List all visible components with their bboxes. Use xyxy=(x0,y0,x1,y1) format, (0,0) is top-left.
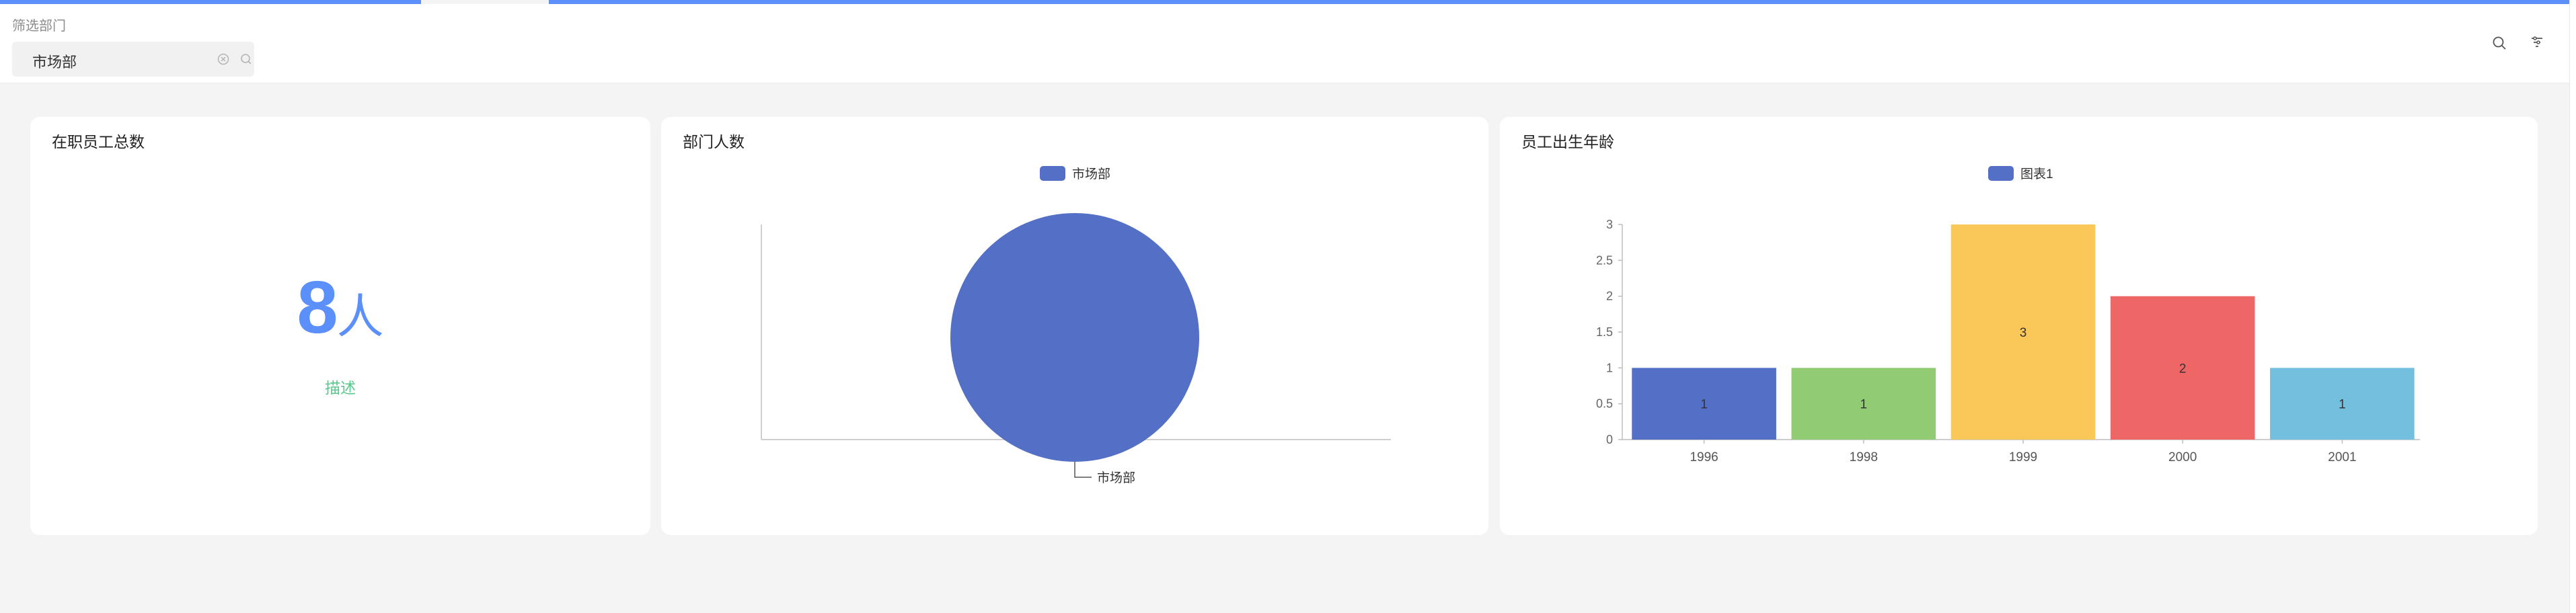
y-tick-label: 2.5 xyxy=(1596,253,1613,267)
count-unit: 人 xyxy=(336,290,384,343)
x-tick-label: 1996 xyxy=(1690,450,1718,464)
pie-slice xyxy=(950,213,1199,462)
department-select-value: 市场部 xyxy=(32,54,77,71)
x-tick-label: 1998 xyxy=(1850,450,1878,464)
bar-value-label: 1 xyxy=(1700,398,1708,412)
y-tick-label: 0 xyxy=(1606,433,1613,446)
filter-label: 筛选部门 xyxy=(12,19,66,34)
department-select[interactable]: 市场部 xyxy=(12,42,254,77)
x-tick-label: 1999 xyxy=(2009,450,2037,464)
card-title: 在职员工总数 xyxy=(52,133,145,151)
birth-year-card: 员工出生年龄 图表1 0 0.5 1 1.5 2 2.5 3 1 1996 1 1998 3 1999 2… xyxy=(1500,117,2538,535)
bar-value-label: 3 xyxy=(2020,326,2027,340)
y-tick-label: 0.5 xyxy=(1596,397,1613,411)
close-circle-icon[interactable] xyxy=(217,52,230,66)
x-tick-label: 2001 xyxy=(2328,450,2356,464)
y-tick-label: 3 xyxy=(1606,218,1613,231)
search-icon[interactable] xyxy=(2491,35,2507,51)
x-tick-label: 2000 xyxy=(2168,450,2197,464)
bar-value-label: 1 xyxy=(2339,398,2346,412)
count-value: 8 xyxy=(297,266,338,349)
y-tick-label: 2 xyxy=(1606,290,1613,303)
employee-count: 8人 xyxy=(30,265,650,350)
bar-value-label: 1 xyxy=(1860,398,1868,412)
bar-value-label: 2 xyxy=(2179,362,2187,376)
pie-slice-label: 市场部 xyxy=(1097,471,1135,485)
scrollbar[interactable] xyxy=(2569,0,2576,613)
total-employees-card: 在职员工总数 8人 描述 xyxy=(30,117,650,535)
filter-icon[interactable] xyxy=(2529,35,2545,51)
search-icon[interactable] xyxy=(239,52,253,66)
pie-chart: 市场部 xyxy=(761,213,1391,485)
bar-chart: 0 0.5 1 1.5 2 2.5 3 1 1996 1 1998 3 1999 2 2000 1 2001 xyxy=(1596,218,2420,464)
y-tick-label: 1 xyxy=(1606,361,1613,374)
y-tick-label: 1.5 xyxy=(1596,325,1613,339)
filter-bar: 筛选部门 市场部 xyxy=(0,4,2569,83)
pie-label-line xyxy=(1074,462,1092,478)
card-description: 描述 xyxy=(325,379,356,397)
department-count-card: 部门人数 市场部 市场部 xyxy=(661,117,1488,535)
